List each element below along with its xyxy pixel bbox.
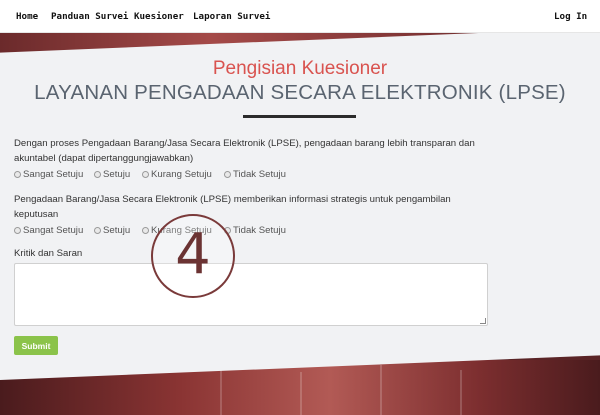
q2-option-tidak-setuju[interactable]: Tidak Setuju — [224, 225, 286, 236]
top-navbar: Home Panduan Survei Kuesioner Laporan Su… — [0, 0, 600, 33]
radio-icon[interactable] — [142, 227, 149, 234]
radio-icon[interactable] — [142, 171, 149, 178]
question-2-text: Pengadaan Barang/Jasa Secara Elektronik … — [14, 194, 451, 220]
radio-icon[interactable] — [224, 171, 231, 178]
q1-option-setuju[interactable]: Setuju — [94, 169, 130, 180]
radio-icon[interactable] — [94, 171, 101, 178]
q1-option-kurang-setuju[interactable]: Kurang Setuju — [142, 169, 212, 180]
feedback-textarea[interactable] — [14, 263, 488, 326]
q1-option-tidak-setuju[interactable]: Tidak Setuju — [224, 169, 286, 180]
page-title: LAYANAN PENGADAAN SECARA ELEKTRONIK (LPS… — [34, 81, 566, 104]
title-divider — [243, 115, 356, 118]
nav-home[interactable]: Home — [16, 11, 38, 22]
q2-option-setuju[interactable]: Setuju — [94, 225, 130, 236]
nav-login[interactable]: Log In — [554, 11, 587, 22]
step-number: 4 — [175, 222, 211, 287]
radio-icon[interactable] — [94, 227, 101, 234]
radio-icon[interactable] — [14, 171, 21, 178]
page-subtitle: Pengisian Kuesioner — [212, 58, 388, 79]
question-1-text: Dengan proses Pengadaan Barang/Jasa Seca… — [14, 138, 475, 164]
radio-icon[interactable] — [14, 227, 21, 234]
nav-panduan-survei[interactable]: Panduan Survei Kuesioner — [51, 11, 184, 22]
submit-button[interactable]: Submit — [14, 336, 58, 355]
feedback-label: Kritik dan Saran — [14, 248, 83, 259]
nav-laporan-survei[interactable]: Laporan Survei — [193, 11, 270, 22]
step-number-badge: 4 — [151, 214, 235, 298]
resize-handle-icon[interactable] — [480, 318, 486, 324]
q1-option-sangat-setuju[interactable]: Sangat Setuju — [14, 169, 83, 180]
q2-option-sangat-setuju[interactable]: Sangat Setuju — [14, 225, 83, 236]
